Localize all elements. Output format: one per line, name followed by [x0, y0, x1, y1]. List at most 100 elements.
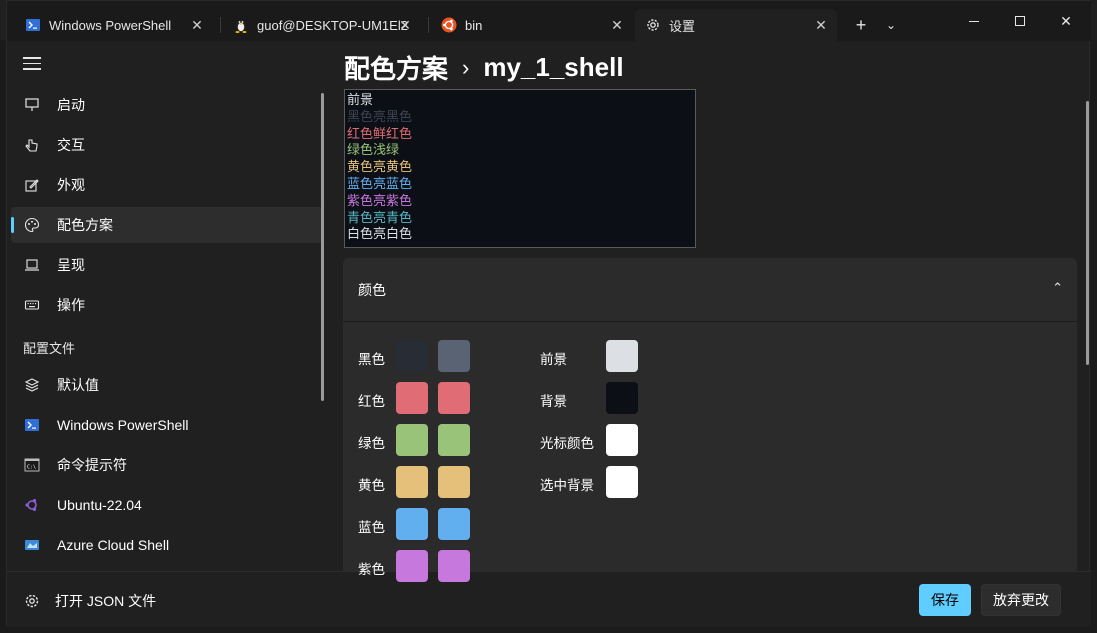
title-bar: Windows PowerShell ✕ guof@DESKTOP-UM1El2…	[7, 1, 1091, 41]
system-color-swatch[interactable]	[606, 466, 638, 498]
open-json-label: 打开 JSON 文件	[55, 593, 157, 609]
save-button[interactable]: 保存	[919, 584, 971, 616]
color-swatch-bright[interactable]	[438, 382, 470, 414]
ubuntu-icon	[441, 17, 457, 33]
tab-bin[interactable]: bin ✕	[431, 9, 633, 41]
color-swatch-normal[interactable]	[396, 340, 428, 372]
discard-changes-button[interactable]: 放弃更改	[981, 584, 1061, 616]
color-swatch-bright[interactable]	[438, 466, 470, 498]
linux-tux-icon	[233, 17, 249, 33]
close-icon[interactable]: ✕	[397, 17, 413, 33]
tab-divider	[428, 17, 429, 33]
chevron-up-icon[interactable]: ⌃	[1052, 280, 1063, 296]
tab-settings[interactable]: 设置 ✕	[635, 9, 837, 41]
color-swatch-normal[interactable]	[396, 508, 428, 540]
tab-divider	[220, 17, 221, 33]
color-swatch-normal[interactable]	[396, 466, 428, 498]
minimize-button[interactable]	[951, 1, 997, 41]
color-swatch-bright[interactable]	[438, 424, 470, 456]
preview-line: 前景	[347, 92, 374, 107]
azure-icon	[23, 536, 41, 554]
system-color-swatch[interactable]	[606, 424, 638, 456]
color-label: 蓝色	[358, 520, 385, 535]
background-terminal-right	[1089, 40, 1097, 633]
sidebar-item-label: Azure Cloud Shell	[57, 537, 170, 553]
rendering-icon	[23, 256, 41, 274]
close-icon[interactable]: ✕	[609, 17, 625, 33]
breadcrumb-parent[interactable]: 配色方案	[344, 49, 448, 86]
color-swatch-normal[interactable]	[396, 382, 428, 414]
color-swatch-normal[interactable]	[396, 424, 428, 456]
color-swatch-normal[interactable]	[396, 550, 428, 582]
sidebar-item-startup[interactable]: 启动	[11, 87, 323, 123]
sidebar-item-windows-powershell[interactable]: Windows PowerShell	[11, 407, 323, 443]
sidebar-item-appearance[interactable]: 外观	[11, 167, 323, 203]
color-scheme-preview: 前景 黑色亮黑色 红色鲜红色 绿色浅绿 黄色亮黄色 蓝色亮蓝色 紫色亮紫色 青色亮青色 白色亮白…	[344, 89, 696, 248]
sidebar-item-command-prompt[interactable]: C:\ 命令提示符	[11, 447, 323, 483]
sidebar-item-label: 配色方案	[57, 217, 113, 233]
hamburger-menu-icon[interactable]	[23, 57, 41, 71]
sidebar-item-rendering[interactable]: 呈现	[11, 247, 323, 283]
layers-icon	[23, 376, 41, 394]
minimize-icon	[969, 20, 979, 22]
sidebar-scrollbar[interactable]	[321, 93, 324, 401]
sidebar: 启动 交互 外观 配色方案 呈现 操作 配置文件 默认值 Windows Pow…	[7, 41, 327, 571]
sidebar-item-label: 命令提示符	[57, 457, 127, 473]
new-tab-button[interactable]: +	[847, 9, 875, 41]
system-color-label: 背景	[540, 394, 567, 409]
preview-line: 黄色亮黄色	[347, 159, 413, 175]
tab-dropdown-button[interactable]: ⌄	[877, 9, 905, 41]
ubuntu-icon	[23, 496, 41, 514]
plus-icon: +	[855, 14, 867, 35]
appearance-icon	[23, 176, 41, 194]
sidebar-item-color-schemes[interactable]: 配色方案	[11, 207, 323, 243]
sidebar-item-actions[interactable]: 操作	[11, 287, 323, 323]
preview-line: 红色鲜红色	[347, 125, 413, 141]
settings-window: Windows PowerShell ✕ guof@DESKTOP-UM1El2…	[6, 0, 1091, 627]
sidebar-item-defaults[interactable]: 默认值	[11, 367, 323, 403]
preview-line: 紫色亮紫色	[347, 192, 413, 208]
powershell-icon	[23, 416, 41, 434]
preview-line: 绿色浅绿	[347, 142, 400, 158]
tab-label: bin	[465, 17, 483, 33]
color-swatch-bright[interactable]	[438, 340, 470, 372]
interaction-icon	[23, 136, 41, 154]
profiles-section-header: 配置文件	[23, 341, 76, 356]
tab-linux[interactable]: guof@DESKTOP-UM1El2 ✕	[223, 9, 421, 41]
system-color-swatch[interactable]	[606, 382, 638, 414]
gear-icon	[645, 17, 661, 33]
sidebar-item-interaction[interactable]: 交互	[11, 127, 323, 163]
sidebar-item-ubuntu[interactable]: Ubuntu-22.04	[11, 487, 323, 523]
breadcrumb-current: my_1_shell	[483, 52, 624, 82]
palette-icon	[23, 216, 41, 234]
close-icon: ✕	[1060, 12, 1072, 29]
colors-expander-header[interactable]: 颜色 ⌃	[343, 258, 1077, 322]
sidebar-item-label: 默认值	[57, 377, 99, 393]
color-swatch-bright[interactable]	[438, 550, 470, 582]
maximize-button[interactable]	[997, 1, 1043, 41]
sidebar-item-azure-cloud-shell[interactable]: Azure Cloud Shell	[11, 527, 323, 563]
close-window-button[interactable]: ✕	[1043, 1, 1089, 41]
color-swatch-bright[interactable]	[438, 508, 470, 540]
chevron-down-icon: ⌄	[885, 18, 897, 32]
tab-label: 设置	[669, 18, 696, 34]
keyboard-icon	[23, 296, 41, 314]
preview-line: 青色亮青色	[347, 209, 413, 225]
sidebar-item-label: Ubuntu-22.04	[57, 497, 142, 513]
color-label: 黑色	[358, 352, 385, 367]
colors-expander: 颜色 ⌃ 黑色 红色 绿色 黄色 蓝色 紫色 前景 背景 光标颜色 选中背景	[343, 258, 1077, 582]
breadcrumb: 配色方案 › my_1_shell	[344, 49, 624, 86]
chevron-right-icon: ›	[462, 54, 470, 80]
system-color-swatch[interactable]	[606, 340, 638, 372]
color-label: 黄色	[358, 478, 385, 493]
system-color-label: 选中背景	[540, 478, 594, 493]
gear-icon	[23, 592, 41, 610]
close-icon[interactable]: ✕	[813, 17, 829, 33]
main-scrollbar[interactable]	[1086, 101, 1089, 365]
maximize-icon	[1015, 16, 1025, 26]
close-icon[interactable]: ✕	[189, 17, 205, 33]
tab-powershell[interactable]: Windows PowerShell ✕	[15, 9, 213, 41]
cmd-icon: C:\	[23, 456, 41, 474]
colors-section-title: 颜色	[358, 281, 386, 298]
open-json-file-button[interactable]: 打开 JSON 文件	[23, 591, 156, 611]
